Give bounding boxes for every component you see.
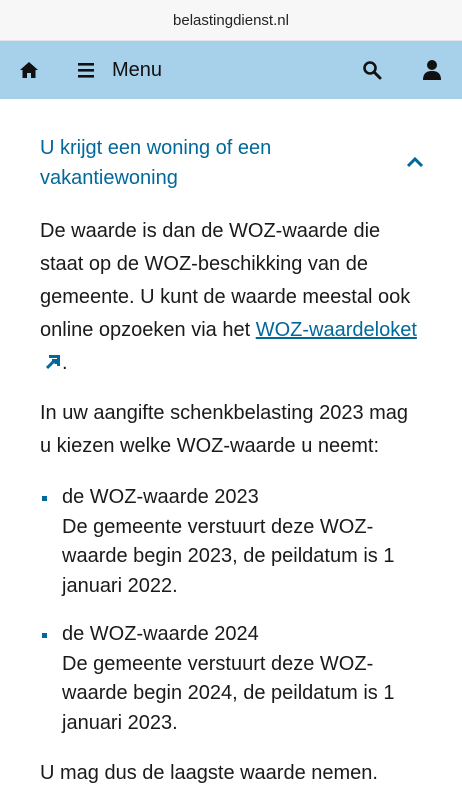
list-item: de WOZ-waarde 2024 De gemeente verstuurt…	[40, 620, 422, 738]
accordion-title: U krijgt een woning of een vakantiewonin…	[40, 137, 272, 189]
chevron-up-icon	[406, 156, 424, 168]
menu-button[interactable]: Menu	[78, 41, 162, 99]
woz-options-list: de WOZ-waarde 2023 De gemeente verstuurt…	[40, 483, 422, 738]
list-item-title: de WOZ-waarde 2023	[62, 486, 259, 508]
user-icon[interactable]	[422, 59, 442, 81]
list-item-title: de WOZ-waarde 2024	[62, 623, 259, 645]
list-item: de WOZ-waarde 2023 De gemeente verstuurt…	[40, 483, 422, 601]
conclusion-paragraph: U mag dus de laagste waarde nemen.	[40, 762, 378, 784]
browser-url-bar[interactable]: belastingdienst.nl	[0, 0, 462, 41]
woz-paragraph-end: .	[62, 352, 68, 374]
hamburger-icon	[78, 63, 94, 78]
woz-paragraph: De waarde is dan de WOZ-waarde die staat…	[40, 215, 422, 380]
choice-paragraph: In uw aangifte schenkbelasting 2023 mag …	[40, 402, 409, 457]
search-icon[interactable]	[362, 60, 382, 80]
site-navbar: Menu	[0, 41, 462, 99]
bullet-icon	[42, 633, 47, 638]
list-item-body: De gemeente verstuurt deze WOZ-waarde be…	[62, 515, 395, 597]
woz-waardeloket-link[interactable]: WOZ-waardeloket	[256, 319, 417, 341]
list-item-body: De gemeente verstuurt deze WOZ-waarde be…	[62, 652, 395, 734]
main-content: U krijgt een woning of een vakantiewonin…	[0, 133, 462, 790]
home-icon[interactable]	[19, 60, 39, 80]
menu-label: Menu	[112, 58, 163, 81]
bullet-icon	[42, 496, 47, 501]
woz-link-label: WOZ-waardeloket	[255, 319, 417, 341]
url-text: belastingdienst.nl	[173, 11, 289, 29]
external-link-icon	[45, 355, 60, 370]
accordion-toggle[interactable]: U krijgt een woning of een vakantiewonin…	[40, 133, 424, 193]
